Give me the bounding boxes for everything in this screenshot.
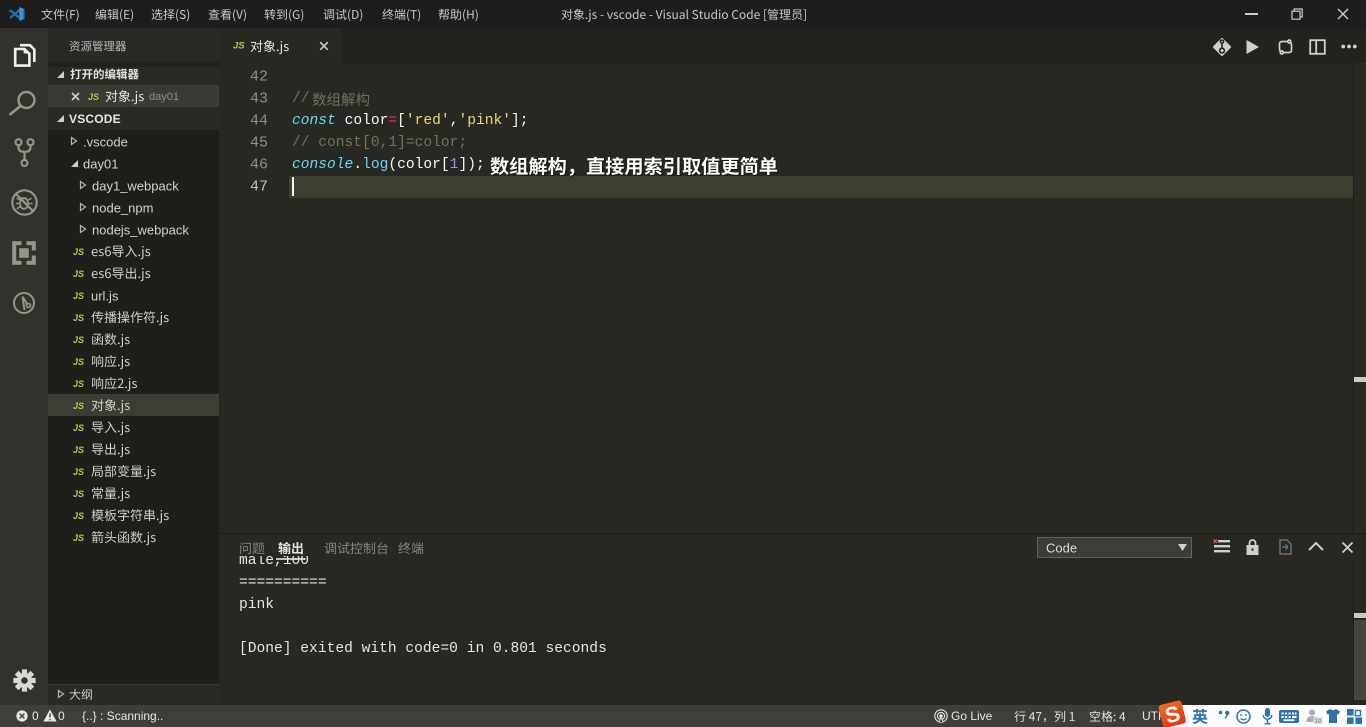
svg-text:10: 10 xyxy=(1314,718,1322,725)
